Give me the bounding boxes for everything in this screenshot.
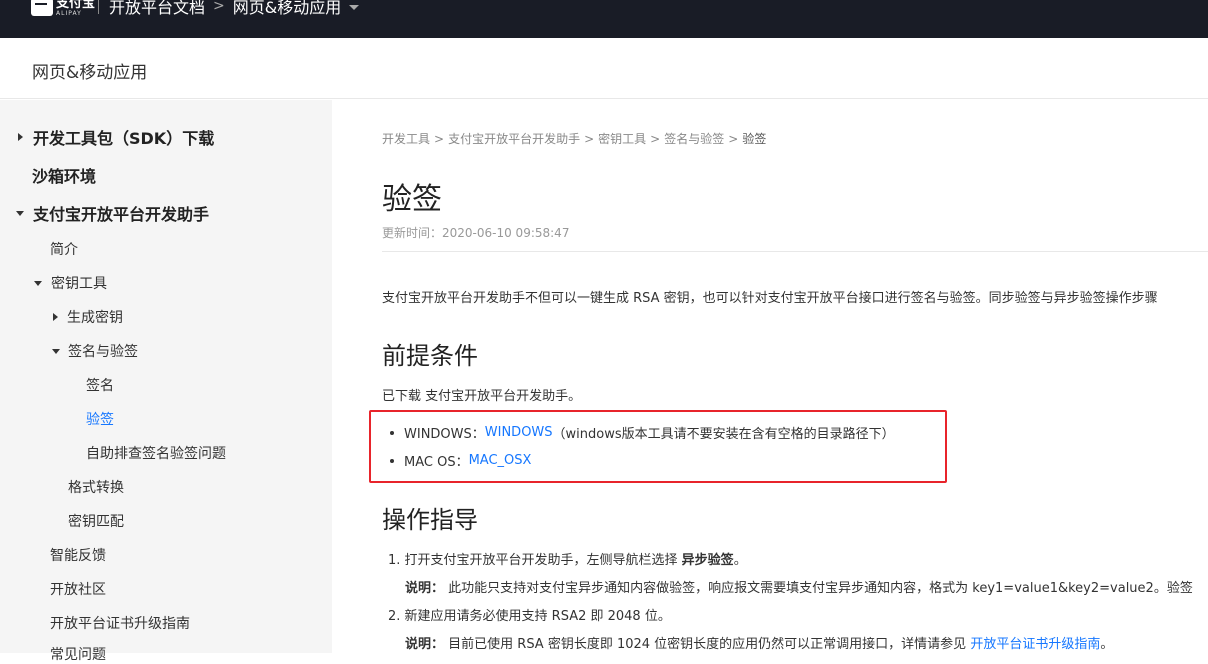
breadcrumb-key-tools[interactable]: 密钥工具 [598, 132, 646, 146]
windows-note: （windows版本工具请不要安装在含有空格的目录路径下） [552, 427, 895, 442]
alipay-logo-icon [31, 0, 53, 16]
sidebar-item-label: 开放社区 [50, 582, 106, 598]
sidebar-item-community[interactable]: 开放社区 [50, 579, 106, 599]
expand-right-icon [53, 313, 58, 321]
sidebar-nav: 开发工具包（SDK）下载 沙箱环境 支付宝开放平台开发助手 简介 密钥工具 生成… [0, 100, 332, 663]
breadcrumb-current[interactable]: 验签 [742, 132, 766, 146]
topbar-divider [98, 0, 99, 14]
sidebar-item-format-convert[interactable]: 格式转换 [68, 477, 124, 497]
step-1-note-text: 此功能只支持对支付宝异步通知内容做验签，响应报文需要填支付宝异步通知内容，格式为… [444, 581, 1193, 596]
breadcrumb-separator: > [728, 132, 739, 146]
sidebar-item-sandbox[interactable]: 沙箱环境 [32, 163, 96, 187]
title-divider [382, 251, 1208, 252]
expand-down-icon [52, 348, 60, 354]
sidebar-item-label: 签名与验签 [68, 344, 138, 360]
expand-right-icon [18, 133, 23, 141]
chevron-down-icon[interactable] [349, 4, 360, 10]
sidebar-item-cert-upgrade[interactable]: 开放平台证书升级指南 [50, 613, 190, 633]
step-1-bold: 异步验签 [681, 553, 734, 568]
step-2-end: 。 [1100, 637, 1114, 652]
logo-text-en: ALIPAY [56, 10, 82, 17]
sidebar-item-intro[interactable]: 简介 [50, 239, 78, 259]
breadcrumb-assistant[interactable]: 支付宝开放平台开发助手 [448, 132, 580, 146]
sidebar-item-label: 签名 [86, 378, 114, 394]
breadcrumb-separator: > [434, 132, 445, 146]
sidebar-item-sdk[interactable]: 开发工具包（SDK）下载 [18, 125, 214, 149]
top-navbar: 支付宝 ALIPAY 开放平台文档 > 网页&移动应用 [0, 0, 1208, 38]
bullet-icon [390, 430, 394, 435]
nav-arrow: > [213, 0, 225, 14]
step-1-note: 说明： 此功能只支持对支付宝异步通知内容做验签，响应报文需要填支付宝异步通知内容… [405, 577, 1193, 596]
sidebar-item-label: 智能反馈 [50, 548, 106, 564]
step-1: 1. 打开支付宝开放平台开发助手，左侧导航栏选择 异步验签。 [388, 549, 747, 568]
prereq-text: 已下载 支付宝开放平台开发助手。 [382, 389, 582, 404]
section-title[interactable]: 网页&移动应用 [32, 58, 147, 83]
logo-text-cn: 支付宝 [56, 0, 96, 11]
sidebar-item-key-tools[interactable]: 密钥工具 [34, 273, 107, 293]
step-2-note: 说明： 目前已使用 RSA 密钥长度即 1024 位密钥长度的应用仍然可以正常调… [405, 633, 1113, 652]
page-title: 验签 [382, 182, 442, 217]
sidebar-item-feedback[interactable]: 智能反馈 [50, 545, 106, 565]
sidebar-item-gen-key[interactable]: 生成密钥 [53, 307, 123, 327]
nav-current-dropdown[interactable]: 网页&移动应用 [233, 0, 341, 18]
alipay-logo[interactable]: 支付宝 ALIPAY [31, 0, 95, 18]
sidebar-item-sign[interactable]: 签名 [86, 375, 114, 395]
sidebar-item-label: 沙箱环境 [32, 167, 97, 186]
download-windows-item: WINDOWS： WINDOWS （windows版本工具请不要安装在含有空格的… [390, 423, 895, 442]
section-header: 网页&移动应用 [0, 38, 1208, 99]
sidebar-item-label: 生成密钥 [67, 310, 123, 326]
step-1-end: 。 [733, 553, 747, 568]
sidebar-item-label: 验签 [86, 412, 114, 428]
mac-label: MAC OS： [404, 455, 469, 470]
note-label: 说明： [405, 581, 445, 596]
sidebar-item-label: 密钥匹配 [68, 514, 124, 530]
nav-docs-link[interactable]: 开放平台文档 [109, 0, 205, 18]
heading-prerequisites: 前提条件 [382, 342, 478, 370]
expand-down-icon [16, 210, 24, 216]
sidebar-item-key-match[interactable]: 密钥匹配 [68, 511, 124, 531]
highlight-annotation-box [369, 410, 947, 483]
step-2-note-text: 目前已使用 RSA 密钥长度即 1024 位密钥长度的应用仍然可以正常调用接口，… [444, 637, 971, 652]
windows-label: WINDOWS： [404, 427, 485, 442]
expand-down-icon [34, 280, 42, 286]
sidebar-item-label: 简介 [50, 242, 78, 258]
sidebar-item-label: 开放平台证书升级指南 [50, 616, 190, 632]
main-content: 开发工具 > 支付宝开放平台开发助手 > 密钥工具 > 签名与验签 > 验签 验签 更新时间：2… [332, 100, 1208, 653]
step-2: 2. 新建应用请务必使用支持 RSA2 即 2048 位。 [388, 609, 671, 624]
breadcrumb-dev-tools[interactable]: 开发工具 [382, 132, 430, 146]
sidebar-item-label: 密钥工具 [51, 276, 107, 292]
sidebar-item-verify[interactable]: 验签 [86, 409, 114, 429]
bullet-icon [390, 458, 394, 463]
breadcrumb-sign-verify[interactable]: 签名与验签 [664, 132, 724, 146]
mac-download-link[interactable]: MAC_OSX [469, 453, 532, 468]
sidebar-item-troubleshoot[interactable]: 自助排查签名验签问题 [86, 443, 226, 463]
sidebar-item-assistant[interactable]: 支付宝开放平台开发助手 [16, 201, 209, 225]
sidebar-item-label: 常见问题 [50, 647, 106, 663]
update-timestamp: 更新时间：2020-06-10 09:58:47 [382, 226, 570, 240]
windows-download-link[interactable]: WINDOWS [485, 425, 553, 440]
sidebar-item-label: 开发工具包（SDK）下载 [33, 129, 215, 148]
breadcrumb: 开发工具 > 支付宝开放平台开发助手 > 密钥工具 > 签名与验签 > 验签 [382, 130, 766, 147]
sidebar-item-label: 自助排查签名验签问题 [86, 446, 226, 462]
sidebar-item-faq[interactable]: 常见问题 [50, 644, 106, 664]
note-label: 说明： [405, 637, 445, 652]
top-breadcrumb: 开放平台文档 > 网页&移动应用 [109, 0, 360, 18]
sidebar-item-label: 格式转换 [68, 480, 124, 496]
breadcrumb-separator: > [650, 132, 661, 146]
intro-paragraph: 支付宝开放平台开发助手不但可以一键生成 RSA 密钥，也可以针对支付宝开放平台接… [382, 291, 1158, 306]
step-1-text: 1. 打开支付宝开放平台开发助手，左侧导航栏选择 [388, 553, 682, 568]
cert-upgrade-guide-link[interactable]: 开放平台证书升级指南 [970, 637, 1100, 652]
breadcrumb-separator: > [584, 132, 595, 146]
sidebar-item-sign-verify[interactable]: 签名与验签 [52, 341, 138, 361]
download-mac-item: MAC OS： MAC_OSX [390, 451, 531, 470]
sidebar-item-label: 支付宝开放平台开发助手 [33, 205, 210, 224]
heading-guide: 操作指导 [382, 506, 478, 534]
